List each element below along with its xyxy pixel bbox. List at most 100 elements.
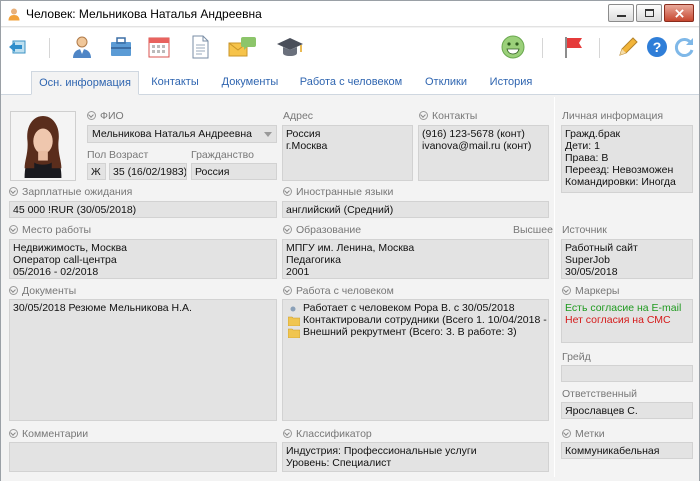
classifier-line: Индустрия: Профессиональные услуги	[286, 445, 477, 457]
sms-consent-marker: Нет согласия на СМС	[565, 314, 671, 326]
fio-field[interactable]: Мельникова Наталья Андреевна	[87, 125, 277, 143]
workplace-line: Оператор call-центра	[13, 254, 117, 266]
comments-label: Комментарии	[9, 428, 88, 440]
document-item[interactable]: 30/05/2018 Резюме Мельникова Н.А.	[13, 302, 273, 314]
minimize-icon	[617, 15, 626, 17]
work-item[interactable]: Работает с человеком Рора В. с 30/05/201…	[286, 302, 545, 314]
person-app-icon	[8, 8, 20, 21]
education-line: 2001	[286, 266, 310, 278]
source-field[interactable]: Работный сайт SuperJob 30/05/2018	[561, 239, 693, 279]
tab-documents[interactable]: Документы	[217, 71, 283, 95]
work-with-person-field[interactable]: Работает с человеком Рора В. с 30/05/201…	[282, 299, 549, 421]
markers-label: Маркеры	[562, 285, 619, 297]
address-label: Адрес	[283, 110, 314, 122]
grade-field[interactable]	[561, 365, 693, 382]
salary-label: Зарплатные ожидания	[9, 186, 132, 198]
classifier-field[interactable]: Индустрия: Профессиональные услуги Урове…	[282, 442, 549, 472]
citizenship-label: Гражданство	[191, 149, 254, 161]
personal-info-label: Личная информация	[562, 110, 664, 122]
close-button[interactable]	[664, 4, 694, 22]
personal-info-line: Гражд.брак	[565, 128, 621, 140]
maximize-icon	[645, 9, 654, 17]
briefcase-icon[interactable]	[108, 34, 134, 60]
folder-icon	[288, 328, 300, 338]
toolbar-separator	[542, 38, 543, 58]
workplace-line: Недвижимость, Москва	[13, 242, 127, 254]
expand-circle-icon	[562, 429, 571, 438]
graduation-cap-icon[interactable]	[275, 34, 305, 60]
svg-text:?: ?	[653, 39, 662, 55]
personal-info-line: Переезд: Невозможен	[565, 164, 674, 176]
contacts-field[interactable]: (916) 123-5678 (конт) ivanova@mail.ru (к…	[418, 125, 549, 181]
chevron-down-icon[interactable]	[264, 132, 272, 137]
education-field[interactable]: МПГУ им. Ленина, Москва Педагогика 2001	[282, 239, 549, 279]
phone-value: (916) 123-5678 (конт)	[422, 128, 525, 140]
toolbar-separator	[599, 38, 600, 58]
mail-chat-icon[interactable]	[227, 34, 257, 60]
workplace-field[interactable]: Недвижимость, Москва Оператор call-центр…	[9, 239, 277, 279]
fio-value: Мельникова Наталья Андреевна	[92, 128, 252, 140]
languages-field[interactable]: английский (Средний)	[282, 201, 549, 218]
refresh-icon[interactable]	[671, 34, 697, 60]
tab-responses[interactable]: Отклики	[417, 71, 475, 95]
work-with-person-label: Работа с человеком	[283, 285, 394, 297]
responsible-field[interactable]: Ярославцев С.	[561, 402, 693, 419]
expand-circle-icon	[562, 286, 571, 295]
workplace-line: 05/2016 - 02/2018	[13, 266, 99, 278]
grade-label: Грейд	[562, 351, 591, 363]
tab-history[interactable]: История	[483, 71, 539, 95]
personal-info-line: Дети: 1	[565, 140, 600, 152]
minimize-button[interactable]	[608, 4, 634, 22]
responsible-label: Ответственный	[562, 388, 637, 400]
document-icon[interactable]	[187, 34, 213, 60]
tab-bar: Осн. информация Контакты Документы Работ…	[1, 68, 699, 95]
age-field[interactable]: 35 (16/02/1983)	[109, 163, 187, 180]
classifier-line: Уровень: Специалист	[286, 457, 392, 469]
address-field[interactable]: Россия г.Москва	[282, 125, 413, 181]
work-item[interactable]: Внешний рекрутмент (Всего: 3. В работе: …	[286, 326, 545, 338]
dot-icon	[290, 306, 296, 312]
flag-icon[interactable]	[561, 34, 587, 60]
column-divider	[554, 97, 555, 477]
expand-circle-icon	[283, 429, 292, 438]
fio-label: ФИО	[87, 110, 124, 122]
expand-circle-icon	[9, 429, 18, 438]
education-line: МПГУ им. Ленина, Москва	[286, 242, 415, 254]
person-icon[interactable]	[69, 34, 95, 60]
smiley-icon[interactable]	[500, 34, 526, 60]
expand-circle-icon	[9, 286, 18, 295]
personal-info-field[interactable]: Гражд.брак Дети: 1 Права: В Переезд: Нев…	[561, 125, 693, 193]
expand-circle-icon	[283, 286, 292, 295]
expand-circle-icon	[419, 111, 428, 120]
calendar-icon[interactable]	[146, 34, 172, 60]
contacts-label: Контакты	[419, 110, 477, 122]
tags-field[interactable]: Коммуникабельная	[561, 442, 693, 459]
pencil-icon[interactable]	[615, 34, 641, 60]
personal-info-line: Командировки: Иногда	[565, 176, 676, 188]
gender-label: Пол	[87, 149, 107, 161]
source-line: SuperJob	[565, 254, 610, 266]
address-line: г.Москва	[286, 140, 328, 152]
comments-field[interactable]	[9, 442, 277, 472]
help-icon[interactable]: ?	[644, 34, 670, 60]
tab-contacts[interactable]: Контакты	[143, 71, 207, 95]
avatar	[10, 111, 76, 181]
title-bar: Человек: Мельникова Наталья Андреевна	[1, 1, 699, 27]
personal-info-line: Права: В	[565, 152, 609, 164]
maximize-button[interactable]	[636, 4, 662, 22]
tab-work-with-person[interactable]: Работа с человеком	[295, 71, 407, 95]
expand-circle-icon	[87, 111, 96, 120]
education-line: Педагогика	[286, 254, 341, 266]
salary-field[interactable]: 45 000 !RUR (30/05/2018)	[9, 201, 277, 218]
documents-field[interactable]: 30/05/2018 Резюме Мельникова Н.А.	[9, 299, 277, 421]
citizenship-field[interactable]: Россия	[191, 163, 277, 180]
education-level: Высшее	[513, 224, 553, 236]
age-label: Возраст	[109, 149, 149, 161]
gender-field[interactable]: Ж	[87, 163, 106, 180]
work-item[interactable]: Контактировали сотрудники (Всего 1. 10/0…	[286, 314, 547, 326]
tab-main-info[interactable]: Осн. информация	[31, 71, 139, 95]
markers-field[interactable]: Есть согласие на E-mail Нет согласия на …	[561, 299, 693, 343]
source-line: 30/05/2018	[565, 266, 618, 278]
expand-circle-icon	[9, 225, 18, 234]
back-icon[interactable]	[7, 34, 29, 60]
